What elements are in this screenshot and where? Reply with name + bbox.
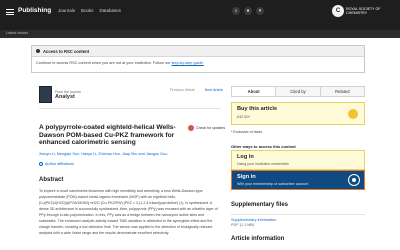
abstract-text: To explore a novel calorimetric biosenso… bbox=[39, 189, 218, 235]
institution-login-button[interactable]: Log in Using your institution credential… bbox=[231, 150, 365, 170]
cart-icon[interactable]: ▾ bbox=[256, 7, 264, 15]
rsc-logo[interactable]: C ROYAL SOCIETY OF CHEMISTRY bbox=[332, 5, 390, 17]
search-icon[interactable]: ⌕ bbox=[232, 7, 240, 15]
buy-article-button[interactable]: Buy this article £42.50* bbox=[231, 102, 365, 125]
nav-databases[interactable]: Databases bbox=[100, 8, 122, 13]
access-text: Continue to access RSC content when you … bbox=[36, 61, 171, 65]
tab-about[interactable]: About bbox=[232, 87, 277, 96]
journal-name[interactable]: Analyst bbox=[55, 94, 80, 100]
step-by-step-guide-link[interactable]: step-by-step guide. bbox=[172, 61, 204, 65]
cart-icon bbox=[348, 109, 358, 119]
article-title: A polypyrrole-coated eighteld-helical We… bbox=[39, 124, 176, 146]
check-for-updates-label: Check for updates bbox=[196, 126, 226, 130]
journal-from-label: From the journal bbox=[55, 89, 81, 94]
user-icon[interactable]: ● bbox=[244, 7, 252, 15]
author-list[interactable]: Xiaoyu Li, Mengqiu Sun, Haoyu Li, Zhicha… bbox=[39, 152, 221, 157]
supplementary-info-link[interactable]: Supplementary information bbox=[231, 218, 276, 222]
tab-cited-by[interactable]: Cited by bbox=[276, 87, 321, 96]
rsc-logo-mark: C bbox=[332, 5, 344, 17]
nav-books[interactable]: Books bbox=[81, 8, 94, 13]
latest-issues-link[interactable]: Latest issues bbox=[6, 31, 28, 35]
next-article-link[interactable]: Next Article bbox=[205, 88, 223, 92]
signin-text: With your membership or subscriber accou… bbox=[237, 182, 309, 186]
supplementary-file-size: PDF (1.1 MB) bbox=[231, 223, 255, 227]
author-affiliations-label: Author affiliations bbox=[45, 162, 75, 166]
secondary-bar: Latest issues bbox=[0, 30, 400, 38]
user-icon bbox=[348, 174, 360, 186]
member-signin-button[interactable]: Sign in With your membership or subscrib… bbox=[231, 170, 365, 190]
buy-heading: Buy this article bbox=[237, 106, 278, 112]
other-ways-heading: Other ways to access this content bbox=[231, 144, 296, 149]
journal-info: From the journal Analyst bbox=[39, 86, 80, 103]
nav-journals[interactable]: Journals bbox=[58, 8, 75, 13]
supplementary-files-heading: Supplementary files bbox=[231, 202, 289, 208]
signin-heading: Sign in bbox=[237, 174, 256, 180]
article-navigation: Previous Article Next Article bbox=[170, 88, 223, 92]
crossmark-icon bbox=[188, 125, 194, 131]
tax-note: * Exclusive of taxes bbox=[231, 130, 263, 134]
tab-related[interactable]: Related bbox=[320, 87, 364, 96]
lock-icon bbox=[36, 49, 40, 53]
check-for-updates-button[interactable]: Check for updates bbox=[188, 125, 225, 131]
divider bbox=[231, 214, 365, 215]
previous-article-link[interactable]: Previous Article bbox=[170, 88, 195, 92]
brand-name[interactable]: Publishing bbox=[18, 7, 51, 14]
divider bbox=[39, 108, 221, 109]
main-nav: Journals Books Databases bbox=[58, 8, 121, 13]
abstract-heading: Abstract bbox=[39, 177, 64, 183]
access-heading: Access to RSC content bbox=[43, 48, 90, 54]
login-heading: Log in bbox=[237, 154, 254, 160]
menu-icon[interactable] bbox=[6, 9, 14, 15]
login-text: Using your institution credentials bbox=[237, 162, 289, 166]
access-notice-header: Access to RSC content bbox=[32, 46, 364, 57]
utility-icons: ⌕ ● ▾ bbox=[232, 7, 264, 15]
top-navigation-bar: Publishing Journals Books Databases ⌕ ● … bbox=[0, 0, 400, 30]
sidebar-tabs: About Cited by Related bbox=[231, 86, 365, 97]
access-notice: Access to RSC content Continue to access… bbox=[31, 45, 365, 73]
journal-cover-image[interactable] bbox=[39, 86, 52, 103]
author-affiliations-toggle[interactable]: Author affiliations bbox=[39, 162, 74, 166]
article-information-heading: Article information bbox=[231, 236, 285, 242]
buy-price: £42.50* bbox=[237, 115, 251, 119]
expand-icon bbox=[39, 162, 43, 166]
access-notice-body: Continue to access RSC content when you … bbox=[32, 57, 364, 69]
rsc-logo-text: ROYAL SOCIETY OF CHEMISTRY bbox=[346, 7, 381, 15]
